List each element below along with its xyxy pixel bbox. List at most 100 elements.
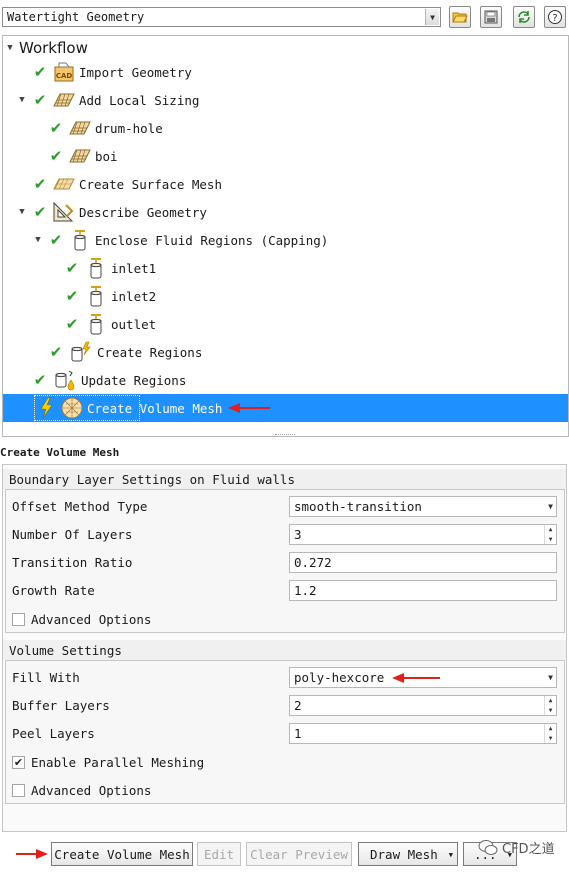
offset-method-value: smooth-transition [294,499,422,514]
number-of-layers-stepper[interactable]: 3 ▲ ▼ [289,524,557,545]
save-icon [484,10,498,24]
annotation-arrow [392,673,440,683]
workflow-item-label: inlet2 [111,288,157,304]
transition-ratio-field[interactable]: 0.272 [289,552,557,573]
workflow-root[interactable]: ▼ Workflow [5,36,88,60]
check-icon: ✔ [49,231,63,249]
workflow-item-label: Create Regions [97,344,203,360]
advanced-options-checkbox[interactable] [12,784,25,797]
advanced-options-checkbox[interactable] [12,613,25,626]
draw-mesh-label: Draw Mesh [370,846,438,862]
advanced-options-label: Advanced Options [31,783,152,798]
offset-method-label: Offset Method Type [12,499,148,514]
chevron-down-icon[interactable]: ▼ [425,9,439,25]
peel-layers-stepper[interactable]: 1 ▲ ▼ [289,723,557,744]
growth-rate-label: Growth Rate [12,583,95,598]
annotation-arrow [228,403,270,413]
check-icon: ✔ [33,371,47,389]
workflow-item-create-volume-mesh[interactable]: Create Volume Mesh [3,394,568,422]
parallel-meshing-label: Enable Parallel Meshing [31,755,205,770]
workflow-item-describe-geometry[interactable]: ▼ ✔ Describe Geometry [17,198,207,226]
surface-mesh-icon [52,172,76,196]
workflow-item-update-regions[interactable]: ✔ Update Regions [32,366,186,394]
watermark: CFD之道 [478,838,555,857]
lightning-icon [35,396,57,420]
panel-title: Create Volume Mesh [0,446,120,459]
workflow-item-boi[interactable]: ✔ boi [48,142,118,170]
workflow-item-label: outlet [111,316,157,332]
spinner-arrows[interactable]: ▲ ▼ [544,696,556,715]
chevron-down-icon: ▼ [448,851,453,859]
workflow-item-create-regions[interactable]: ✔ Create Regions [48,338,202,366]
workflow-item-label: boi [95,148,118,164]
fill-with-value: poly-hexcore [294,670,385,685]
spinner-arrows[interactable]: ▲ ▼ [544,724,556,743]
check-icon: ✔ [65,287,79,305]
workflow-item-label: inlet1 [111,260,157,276]
volume-advanced-options[interactable]: Advanced Options [12,783,151,798]
check-icon: ✔ [49,119,63,137]
spinner-arrows[interactable]: ▲ ▼ [544,525,556,544]
workflow-item-create-surface-mesh[interactable]: ✔ Create Surface Mesh [32,170,222,198]
draw-mesh-button[interactable]: Draw Mesh ▼ [358,842,458,866]
workflow-item-enclose-fluid-regions[interactable]: ▼ ✔ Enclose Fluid Regions (Capping) [33,226,328,254]
workflow-item-label: Create Volume Mesh [87,400,223,416]
check-icon: ✔ [65,315,79,333]
workflow-type-dropdown[interactable]: Watertight Geometry ▼ [2,7,441,27]
wechat-icon [478,839,498,855]
expand-toggle[interactable]: ▼ [5,43,15,53]
expand-toggle[interactable]: ▼ [17,95,27,105]
workflow-item-drum-hole[interactable]: ✔ drum-hole [48,114,163,142]
growth-rate-value: 1.2 [294,583,317,598]
splitter-handle[interactable] [275,434,295,437]
buffer-layers-value: 2 [294,698,302,713]
workflow-item-label: Create Surface Mesh [79,176,222,192]
parallel-meshing-checkbox[interactable]: ✔ [12,756,25,769]
workflow-item-outlet[interactable]: ✔ outlet [64,310,156,338]
fill-with-label: Fill With [12,670,80,685]
update-regions-icon [54,368,78,392]
workflow-item-inlet1[interactable]: ✔ inlet1 [64,254,156,282]
create-volume-mesh-button[interactable]: Create Volume Mesh [51,842,193,866]
chevron-down-icon: ▼ [548,673,553,682]
mesh-grid-icon [68,144,92,168]
offset-method-dropdown[interactable]: smooth-transition ▼ [289,496,557,517]
buffer-layers-label: Buffer Layers [12,698,110,713]
check-icon: ✔ [33,175,47,193]
workflow-item-inlet2[interactable]: ✔ inlet2 [64,282,156,310]
growth-rate-field[interactable]: 1.2 [289,580,557,601]
workflow-item-label: Import Geometry [79,64,192,80]
check-icon: ✔ [49,147,63,165]
workflow-item-label: Enclose Fluid Regions (Capping) [95,232,329,248]
expand-toggle[interactable]: ▼ [17,207,27,217]
cad-import-icon: CAD [52,60,76,84]
open-folder-button[interactable] [449,6,471,28]
transition-ratio-label: Transition Ratio [12,555,133,570]
workflow-item-import-geometry[interactable]: ✔ CAD Import Geometry [22,58,192,86]
regions-icon [70,340,94,364]
workflow-item-label: Add Local Sizing [79,92,200,108]
check-icon: ✔ [49,343,63,361]
check-icon: ✔ [33,203,47,221]
refresh-button[interactable] [513,6,535,28]
buffer-layers-stepper[interactable]: 2 ▲ ▼ [289,695,557,716]
help-icon: ? [548,10,562,24]
number-of-layers-label: Number Of Layers [12,527,133,542]
clear-preview-button[interactable]: Clear Preview [246,842,352,866]
watermark-text: CFD之道 [502,842,555,857]
expand-toggle[interactable]: ▼ [33,235,43,245]
help-button[interactable]: ? [544,6,566,28]
enable-parallel-meshing[interactable]: ✔ Enable Parallel Meshing [12,755,204,770]
edit-button[interactable]: Edit [197,842,241,866]
mesh-grid-icon [52,88,76,112]
peel-layers-value: 1 [294,726,302,741]
boundary-advanced-options[interactable]: Advanced Options [12,612,151,627]
volume-settings-group-title: Volume Settings [3,640,566,660]
workflow-item-add-local-sizing[interactable]: ▼ ✔ Add Local Sizing [17,86,199,114]
peel-layers-label: Peel Layers [12,726,95,741]
annotation-arrow [16,849,48,859]
capping-icon [84,256,108,280]
workflow-item-label: Describe Geometry [79,204,207,220]
number-of-layers-value: 3 [294,527,302,542]
save-button[interactable] [480,6,502,28]
